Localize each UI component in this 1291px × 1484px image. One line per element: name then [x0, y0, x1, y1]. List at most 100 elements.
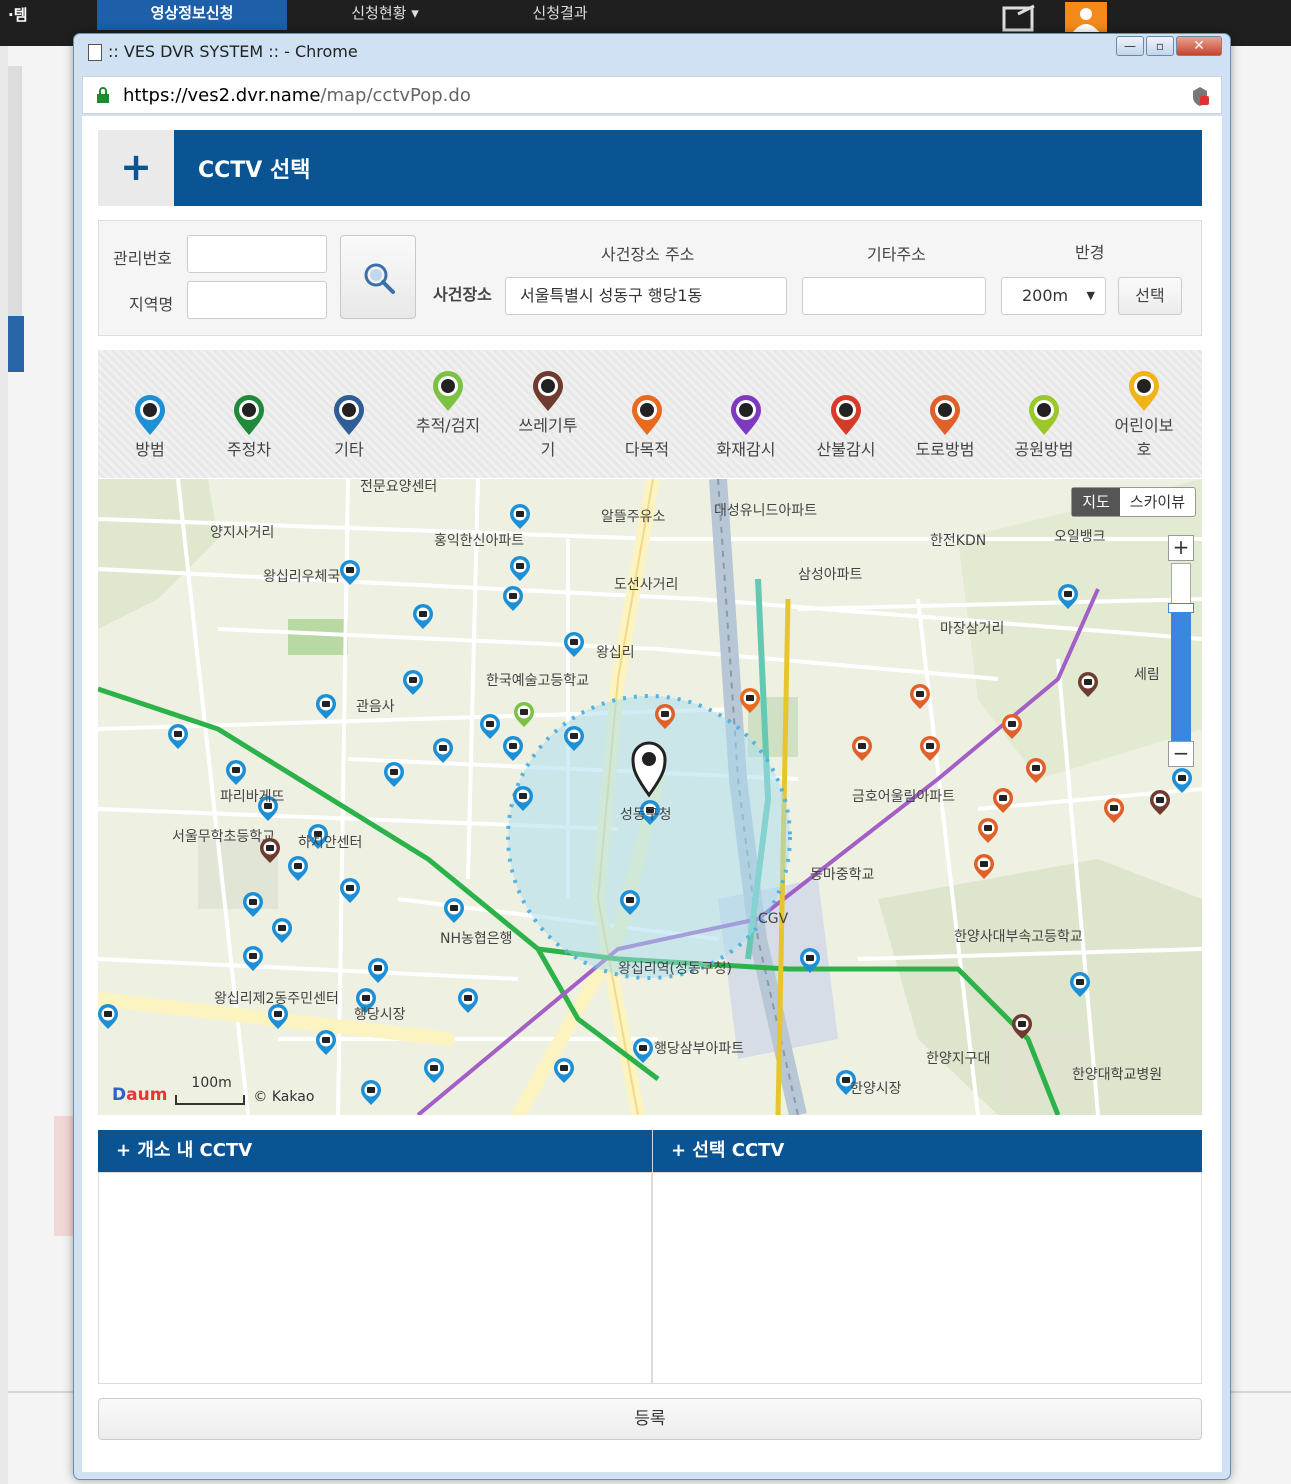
- map-place-label: 삼성아파트: [798, 567, 863, 583]
- tracking-icon: [431, 370, 465, 412]
- map-place-label: 오일뱅크: [1054, 529, 1106, 545]
- map-place-label: 서울무학초등학교: [172, 829, 275, 845]
- category-camera[interactable]: 방범: [105, 394, 195, 462]
- register-button[interactable]: 등록: [98, 1398, 1202, 1440]
- choose-button[interactable]: 선택: [1118, 277, 1182, 315]
- map-place-label: 금호어울림아파트: [852, 789, 955, 805]
- category-filter-bar: 방범 주정차 기타 추적/검지 쓰레기투기 다목적 화재감시 산불감시 도로방범 공원방범 어린이보…: [98, 350, 1202, 478]
- map-copyright: © Kakao: [253, 1089, 315, 1105]
- category-label: 공원방범: [1014, 440, 1074, 459]
- category-tracking[interactable]: 추적/검지: [403, 370, 493, 438]
- parking-icon: [232, 394, 266, 436]
- background-tab-request[interactable]: 영상정보신청: [97, 0, 287, 30]
- manage-no-label: 관리번호: [113, 249, 172, 268]
- url-text: https://ves2.dvr.name/map/cctvPop.do: [123, 85, 471, 106]
- minimize-button[interactable]: —: [1116, 36, 1144, 56]
- category-multipurpose[interactable]: 다목적: [602, 394, 692, 462]
- map-place-label: 전문요양센터: [360, 479, 437, 495]
- zoom-level-fill: [1171, 607, 1191, 741]
- url-path: /map/cctvPop.do: [320, 85, 471, 106]
- category-label: 기타: [334, 440, 364, 459]
- map-place-label: CGV: [758, 911, 789, 927]
- user-icon[interactable]: [1065, 2, 1107, 32]
- map-type-toggle: 지도 스카이뷰: [1071, 487, 1196, 517]
- map-scale-label: 100m: [191, 1075, 232, 1091]
- map-type-map-button[interactable]: 지도: [1072, 488, 1120, 516]
- zoom-control: + −: [1168, 535, 1194, 769]
- category-label: 산불감시: [816, 440, 876, 459]
- extension-icon[interactable]: [1189, 85, 1211, 107]
- category-child-protection[interactable]: 어린이보호: [1099, 370, 1189, 462]
- map-place-label: 관음사: [356, 699, 395, 715]
- radius-header: 반경: [1075, 243, 1105, 262]
- map-place-label: 왕십리역(성동구청): [618, 961, 732, 977]
- park-camera-icon: [1027, 394, 1061, 436]
- category-forest-fire[interactable]: 산불감시: [801, 394, 891, 462]
- lock-icon: [97, 87, 109, 103]
- in-area-cctv-list[interactable]: [98, 1172, 652, 1384]
- search-form: 관리번호 지역명 사건장소 사건장소 주소 서울특별시 성동구 행당1동 기타주…: [98, 220, 1202, 336]
- zoom-out-button[interactable]: −: [1168, 741, 1194, 767]
- category-fire[interactable]: 화재감시: [701, 394, 791, 462]
- region-input[interactable]: [187, 281, 327, 319]
- map-place-label: 양지사거리: [210, 525, 274, 541]
- zoom-in-button[interactable]: +: [1168, 535, 1194, 561]
- map-place-label: NH농협은행: [440, 931, 513, 947]
- maximize-button[interactable]: ▫: [1146, 36, 1174, 56]
- map-place-label: 세림: [1134, 667, 1160, 683]
- background-tab-result[interactable]: 신청결과: [480, 0, 640, 30]
- map-place-label: 한양사대부속고등학교: [954, 929, 1083, 945]
- map-type-skyview-button[interactable]: 스카이뷰: [1120, 488, 1195, 516]
- incident-place-label: 사건장소: [433, 285, 492, 304]
- logout-icon[interactable]: [998, 2, 1040, 32]
- background-tab-status[interactable]: 신청현황 ▾: [300, 0, 470, 30]
- trash-icon: [531, 370, 565, 412]
- map-place-label: 한양대학교병원: [1072, 1067, 1162, 1083]
- map-scale-bar: 100m: [175, 1075, 246, 1105]
- radius-select[interactable]: 200m ▼: [1001, 277, 1106, 315]
- background-panel: [54, 1116, 74, 1236]
- incident-address-header: 사건장소 주소: [601, 245, 695, 264]
- background-left-text: ·템: [8, 6, 28, 24]
- zoom-slider-handle[interactable]: [1168, 603, 1194, 613]
- map-place-label: 행당삼부아파트: [654, 1041, 744, 1057]
- map-place-label: 왕십리제2동주민센터: [214, 991, 339, 1007]
- category-trash[interactable]: 쓰레기투기: [503, 370, 593, 462]
- manage-no-input[interactable]: [187, 235, 327, 273]
- map-place-label: 파리바게뜨: [220, 789, 285, 805]
- map-place-label: 도선사거리: [614, 577, 678, 593]
- category-parking[interactable]: 주정차: [204, 394, 294, 462]
- region-label: 지역명: [129, 295, 174, 314]
- window-controls: — ▫ ✕: [1116, 36, 1222, 56]
- map-place-label: 홍익한신아파트: [434, 533, 524, 549]
- map-place-label: 왕십리우체국: [263, 569, 340, 585]
- map-view[interactable]: 전문요양센터 양지사거리 홍익한신아파트 알뜰주유소 대성유니드아파트 한전KDN 오일뱅크…: [98, 479, 1202, 1115]
- category-other[interactable]: 기타: [304, 394, 394, 462]
- popup-content: + CCTV 선택 관리번호 지역명 사건장소 사건장소 주소 서울특별시 성동…: [82, 116, 1222, 1472]
- popup-window: :: VES DVR SYSTEM :: - Chrome — ▫ ✕ http…: [73, 33, 1231, 1480]
- url-host: https://ves2.dvr.name: [123, 85, 321, 106]
- close-button[interactable]: ✕: [1176, 36, 1222, 56]
- map-canvas[interactable]: 전문요양센터양지사거리 홍익한신아파트 알뜰주유소 대성유니드아파트한전KDN 오일뱅크…: [98, 479, 1202, 1115]
- incident-address-input[interactable]: 서울특별시 성동구 행당1동: [505, 277, 787, 315]
- fire-icon: [729, 394, 763, 436]
- category-label: 화재감시: [716, 440, 776, 459]
- category-park-camera[interactable]: 공원방범: [999, 394, 1089, 462]
- search-button[interactable]: [340, 235, 416, 319]
- search-icon: [364, 263, 395, 294]
- map-place-label: 한양시장: [850, 1081, 902, 1097]
- page-title: CCTV 선택: [198, 158, 311, 183]
- category-label: 도로방범: [915, 440, 975, 459]
- other-address-input[interactable]: [802, 277, 986, 315]
- map-place-label: 알뜰주유소: [601, 509, 666, 525]
- category-label: 어린이보호: [1114, 416, 1174, 459]
- address-bar[interactable]: https://ves2.dvr.name/map/cctvPop.do: [82, 76, 1222, 114]
- map-place-label: 동마중학교: [810, 867, 875, 883]
- selected-cctv-list[interactable]: [652, 1172, 1202, 1384]
- map-place-label: 한양지구대: [926, 1051, 990, 1067]
- category-label: 쓰레기투기: [518, 416, 578, 459]
- radius-value: 200m: [1022, 286, 1069, 305]
- category-road-camera[interactable]: 도로방범: [900, 394, 990, 462]
- background-sidebar-active: [8, 316, 24, 372]
- map-place-label: 한전KDN: [930, 533, 986, 549]
